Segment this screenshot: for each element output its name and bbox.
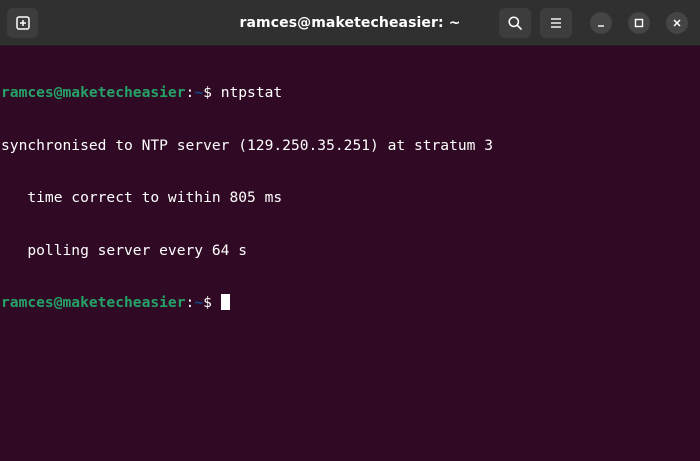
search-icon [508, 16, 522, 30]
close-icon [673, 19, 681, 27]
maximize-icon [634, 18, 644, 28]
menu-button[interactable] [540, 8, 572, 38]
terminal-output[interactable]: ramces@maketecheasier:~$ ntpstat synchro… [0, 46, 686, 461]
prompt-separator: : [185, 294, 195, 311]
prompt-user: ramces@maketecheasier [1, 294, 186, 311]
current-prompt-line[interactable]: ramces@maketecheasier:~$ [1, 294, 686, 312]
close-button[interactable] [666, 12, 688, 34]
terminal-window: ramces@maketecheasier: ~ ramces@maketech… [0, 0, 700, 461]
scrollbar[interactable] [686, 46, 700, 461]
output-line: time correct to within 805 ms [1, 189, 283, 206]
command-text: ntpstat [220, 84, 283, 101]
command-line: ramces@maketecheasier:~$ ntpstat [1, 84, 686, 102]
new-tab-button[interactable] [7, 8, 38, 38]
hamburger-menu-icon [551, 18, 561, 28]
output-line: polling server every 64 s [1, 241, 248, 259]
minimize-icon [598, 25, 604, 27]
prompt-path: ~ [194, 84, 204, 101]
prompt-symbol: $ [203, 294, 221, 311]
output-line: synchronised to NTP server (129.250.35.2… [1, 136, 494, 154]
text-cursor [220, 294, 230, 310]
search-button[interactable] [499, 8, 531, 38]
new-tab-icon [15, 16, 30, 30]
maximize-button[interactable] [628, 12, 650, 34]
prompt-user: ramces@maketecheasier [1, 84, 186, 101]
minimize-button[interactable] [590, 12, 612, 34]
prompt-symbol: $ [203, 84, 221, 101]
prompt-path: ~ [194, 294, 204, 311]
prompt-separator: : [185, 84, 195, 101]
title-bar[interactable]: ramces@maketecheasier: ~ [0, 0, 700, 46]
